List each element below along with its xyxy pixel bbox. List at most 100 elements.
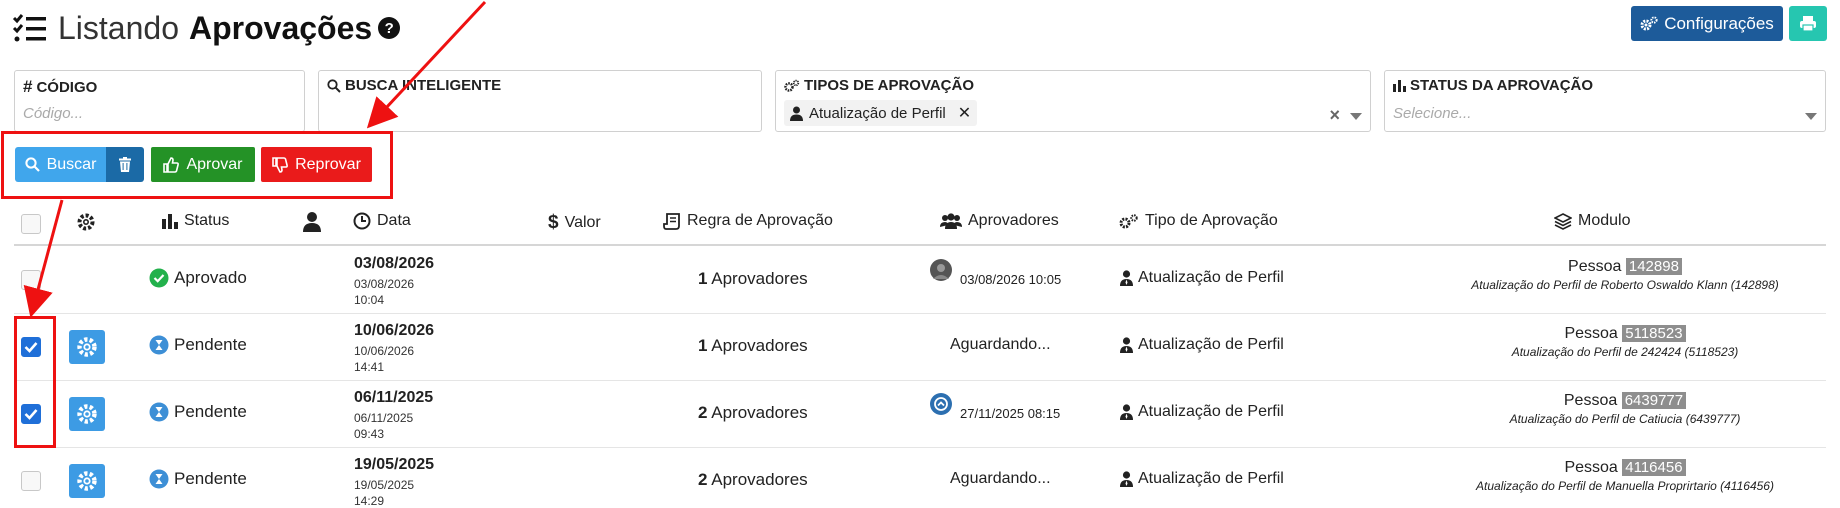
filter-codigo[interactable]: # CÓDIGO Código... bbox=[14, 70, 305, 132]
filter-status-label-text: STATUS DA APROVAÇÃO bbox=[1410, 77, 1594, 94]
configuracoes-label: Configurações bbox=[1664, 13, 1774, 33]
col-modulo[interactable]: Modulo bbox=[1554, 212, 1630, 230]
selected-tipo-chip: Atualização de Perfil ✕ bbox=[784, 100, 978, 126]
row-modulo: Pessoa 4116456 Atualização do Perfil de M… bbox=[1415, 459, 1835, 493]
gear-icon bbox=[77, 470, 97, 491]
col-data-label: Data bbox=[377, 212, 411, 229]
col-actions bbox=[76, 212, 96, 232]
row-rule: 2 Aprovadores bbox=[698, 470, 808, 490]
row-date: 03/08/2026 03/08/2026 10:04 bbox=[354, 255, 434, 308]
user-tie-icon bbox=[1120, 269, 1133, 286]
col-user bbox=[303, 212, 321, 232]
row-actions-button[interactable] bbox=[69, 396, 105, 431]
row-tipo: Atualização de Perfil bbox=[1120, 336, 1284, 354]
filter-tipos-aprovacao[interactable]: TIPOS DE APROVAÇÃO Atualização de Perfil… bbox=[775, 70, 1371, 132]
row-modulo-id-badge: 6439777 bbox=[1621, 392, 1687, 409]
gear-icon bbox=[77, 336, 97, 357]
hourglass-icon bbox=[149, 402, 169, 421]
row-rule-label: Aprovadores bbox=[711, 335, 808, 355]
filter-busca-inteligente[interactable]: BUSCA INTELIGENTE bbox=[318, 70, 762, 132]
chevron-down-icon[interactable] bbox=[1350, 113, 1362, 120]
col-status[interactable]: Status bbox=[162, 212, 229, 230]
row-tipo: Atualização de Perfil bbox=[1120, 470, 1284, 488]
printer-icon bbox=[1800, 16, 1816, 32]
row-time: 10:04 bbox=[354, 293, 385, 307]
filter-status-label: STATUS DA APROVAÇÃO bbox=[1393, 77, 1593, 94]
row-approver-label: 27/11/2025 08:15 bbox=[960, 406, 1061, 421]
row-actions-button[interactable] bbox=[69, 463, 105, 498]
bar-chart-icon bbox=[1393, 80, 1406, 92]
row-rule: 1 Aprovadores bbox=[698, 269, 808, 289]
clock-icon bbox=[353, 212, 371, 230]
hash-icon: # bbox=[23, 77, 33, 96]
annotation-action-box bbox=[1, 131, 393, 199]
row-tipo: Atualização de Perfil bbox=[1120, 403, 1284, 421]
row-rule-label: Aprovadores bbox=[711, 469, 808, 489]
row-modulo-description: Atualização do Perfil de 242424 (5118523… bbox=[1511, 345, 1739, 359]
row-modulo: Pessoa 142898 Atualização do Perfil de Ro… bbox=[1415, 258, 1835, 292]
col-valor-label: Valor bbox=[564, 214, 601, 231]
row-date-main: 10/06/2026 bbox=[354, 322, 435, 339]
gears-icon bbox=[1119, 213, 1138, 228]
row-rule-count: 1 bbox=[698, 268, 708, 288]
scroll-icon bbox=[663, 212, 680, 230]
row-tipo: Atualização de Perfil bbox=[1120, 269, 1284, 287]
chip-label: Atualização de Perfil bbox=[809, 104, 946, 122]
select-all-checkbox[interactable] bbox=[21, 214, 41, 234]
gears-icon bbox=[1640, 15, 1658, 30]
col-tipo[interactable]: Tipo de Aprovação bbox=[1119, 212, 1278, 230]
row-rule-label: Aprovadores bbox=[711, 268, 808, 288]
bar-chart-icon bbox=[162, 214, 178, 229]
row-checkbox[interactable] bbox=[21, 269, 41, 290]
col-valor[interactable]: $ Valor bbox=[548, 212, 601, 234]
filter-busca-label-text: BUSCA INTELIGENTE bbox=[345, 77, 502, 94]
row-status: Pendente bbox=[149, 402, 247, 422]
row-rule: 1 Aprovadores bbox=[698, 336, 808, 356]
row-time: 09:43 bbox=[354, 427, 385, 441]
row-actions-button[interactable] bbox=[69, 329, 105, 364]
hourglass-icon bbox=[149, 469, 169, 488]
row-modulo-title: Pessoa bbox=[1564, 325, 1618, 342]
page-header: Listando Aprovações ? bbox=[12, 6, 401, 50]
row-status: Pendente bbox=[149, 335, 247, 355]
user-tie-icon bbox=[1120, 470, 1133, 487]
check-circle-icon bbox=[149, 268, 169, 287]
user-tie-icon bbox=[1120, 336, 1133, 353]
row-checkbox[interactable] bbox=[21, 470, 41, 491]
row-status-label: Pendente bbox=[174, 468, 247, 488]
row-date-sub: 19/05/2025 bbox=[354, 478, 415, 492]
row-date-sub: 10/06/2026 bbox=[354, 344, 415, 358]
filter-codigo-label: # CÓDIGO bbox=[23, 77, 97, 97]
clear-selection-icon[interactable]: × bbox=[1329, 105, 1340, 126]
row-date: 06/11/2025 06/11/2025 09:43 bbox=[354, 389, 433, 442]
filter-tipos-label: TIPOS DE APROVAÇÃO bbox=[784, 77, 974, 94]
user-icon bbox=[303, 212, 321, 232]
print-button[interactable] bbox=[1789, 6, 1827, 41]
chevron-down-icon[interactable] bbox=[1805, 113, 1817, 120]
gear-icon bbox=[77, 403, 97, 424]
annotation-selection-box bbox=[14, 316, 56, 448]
codigo-input[interactable]: Código... bbox=[23, 105, 83, 122]
row-approver-label: Aguardando... bbox=[950, 469, 1051, 487]
help-icon[interactable]: ? bbox=[378, 17, 401, 39]
row-date-sub: 03/08/2026 bbox=[354, 277, 415, 291]
row-date-sub: 06/11/2025 bbox=[354, 411, 414, 425]
row-date: 10/06/2026 10/06/2026 14:41 bbox=[354, 322, 434, 375]
status-select[interactable]: Selecione... bbox=[1393, 105, 1471, 122]
checklist-icon bbox=[12, 14, 46, 42]
col-modulo-label: Modulo bbox=[1578, 212, 1631, 229]
chip-remove-icon[interactable]: ✕ bbox=[958, 103, 971, 123]
row-approver-label: Aguardando... bbox=[950, 335, 1051, 353]
col-aprovadores[interactable]: Aprovadores bbox=[940, 212, 1059, 230]
col-data[interactable]: Data bbox=[353, 212, 411, 230]
avatar-icon bbox=[930, 393, 952, 415]
row-time: 14:29 bbox=[354, 494, 385, 508]
filter-status-aprovacao[interactable]: STATUS DA APROVAÇÃO Selecione... bbox=[1384, 70, 1826, 132]
col-regra[interactable]: Regra de Aprovação bbox=[663, 212, 833, 230]
row-divider bbox=[14, 447, 1826, 448]
row-modulo-id-badge: 5118523 bbox=[1622, 325, 1686, 342]
configuracoes-button[interactable]: Configurações bbox=[1631, 6, 1783, 41]
row-divider bbox=[14, 313, 1826, 314]
table-header-divider bbox=[14, 244, 1826, 246]
page-title-prefix: Listando bbox=[58, 9, 179, 46]
